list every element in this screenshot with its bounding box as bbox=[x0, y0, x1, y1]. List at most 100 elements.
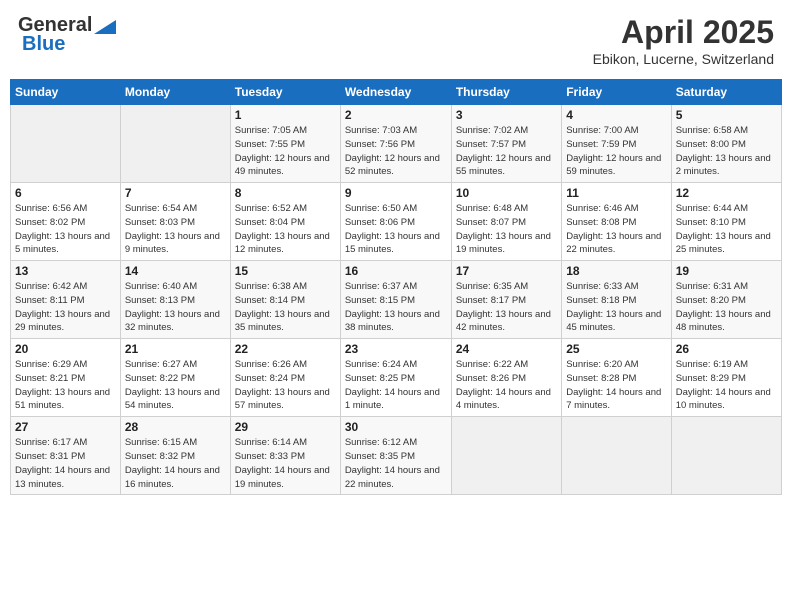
day-info: Sunrise: 6:44 AMSunset: 8:10 PMDaylight:… bbox=[676, 202, 777, 257]
day-info: Sunrise: 6:56 AMSunset: 8:02 PMDaylight:… bbox=[15, 202, 116, 257]
day-number: 20 bbox=[15, 342, 116, 356]
day-number: 1 bbox=[235, 108, 336, 122]
day-info: Sunrise: 7:03 AMSunset: 7:56 PMDaylight:… bbox=[345, 124, 447, 179]
day-info: Sunrise: 7:00 AMSunset: 7:59 PMDaylight:… bbox=[566, 124, 666, 179]
logo-icon bbox=[94, 20, 116, 34]
day-info: Sunrise: 6:12 AMSunset: 8:35 PMDaylight:… bbox=[345, 436, 447, 491]
day-header: Monday bbox=[120, 80, 230, 105]
calendar-cell: 23Sunrise: 6:24 AMSunset: 8:25 PMDayligh… bbox=[340, 339, 451, 417]
calendar: SundayMondayTuesdayWednesdayThursdayFrid… bbox=[10, 79, 782, 495]
day-number: 30 bbox=[345, 420, 447, 434]
calendar-cell: 14 Sunrise: 6:40 AMSunset: 8:13 PMDayligh… bbox=[120, 261, 230, 339]
calendar-cell: 29 Sunrise: 6:14 AMSunset: 8:33 PMDayligh… bbox=[230, 417, 340, 495]
calendar-cell: 6 Sunrise: 6:56 AMSunset: 8:02 PMDaylight… bbox=[11, 183, 121, 261]
calendar-cell: 16 Sunrise: 6:37 AMSunset: 8:15 PMDayligh… bbox=[340, 261, 451, 339]
page: General Blue April 2025 Ebikon, Lucerne,… bbox=[0, 0, 792, 612]
day-info: Sunrise: 6:17 AMSunset: 8:31 PMDaylight:… bbox=[15, 436, 116, 491]
day-info: Sunrise: 6:22 AMSunset: 8:26 PMDaylight:… bbox=[456, 358, 557, 413]
calendar-cell: 8 Sunrise: 6:52 AMSunset: 8:04 PMDaylight… bbox=[230, 183, 340, 261]
day-number: 29 bbox=[235, 420, 336, 434]
calendar-cell: 17 Sunrise: 6:35 AMSunset: 8:17 PMDayligh… bbox=[451, 261, 561, 339]
day-number: 28 bbox=[125, 420, 226, 434]
day-info: Sunrise: 6:14 AMSunset: 8:33 PMDaylight:… bbox=[235, 436, 336, 491]
day-number: 8 bbox=[235, 186, 336, 200]
day-info: Sunrise: 6:52 AMSunset: 8:04 PMDaylight:… bbox=[235, 202, 336, 257]
calendar-cell: 24 Sunrise: 6:22 AMSunset: 8:26 PMDayligh… bbox=[451, 339, 561, 417]
header: General Blue April 2025 Ebikon, Lucerne,… bbox=[10, 10, 782, 71]
calendar-header-row: SundayMondayTuesdayWednesdayThursdayFrid… bbox=[11, 80, 782, 105]
calendar-cell bbox=[11, 105, 121, 183]
day-info: Sunrise: 6:38 AMSunset: 8:14 PMDaylight:… bbox=[235, 280, 336, 335]
day-number: 16 bbox=[345, 264, 447, 278]
calendar-cell: 9Sunrise: 6:50 AMSunset: 8:06 PMDaylight… bbox=[340, 183, 451, 261]
calendar-cell: 26 Sunrise: 6:19 AMSunset: 8:29 PMDayligh… bbox=[671, 339, 781, 417]
day-info: Sunrise: 6:15 AMSunset: 8:32 PMDaylight:… bbox=[125, 436, 226, 491]
day-number: 14 bbox=[125, 264, 226, 278]
month-title: April 2025 bbox=[593, 14, 774, 51]
day-number: 21 bbox=[125, 342, 226, 356]
day-number: 13 bbox=[15, 264, 116, 278]
calendar-cell: 13 Sunrise: 6:42 AMSunset: 8:11 PMDayligh… bbox=[11, 261, 121, 339]
calendar-week-row: 13 Sunrise: 6:42 AMSunset: 8:11 PMDayligh… bbox=[11, 261, 782, 339]
day-info: Sunrise: 6:54 AMSunset: 8:03 PMDaylight:… bbox=[125, 202, 226, 257]
calendar-cell: 3Sunrise: 7:02 AMSunset: 7:57 PMDaylight… bbox=[451, 105, 561, 183]
day-info: Sunrise: 6:19 AMSunset: 8:29 PMDaylight:… bbox=[676, 358, 777, 413]
calendar-week-row: 6 Sunrise: 6:56 AMSunset: 8:02 PMDaylight… bbox=[11, 183, 782, 261]
calendar-cell bbox=[451, 417, 561, 495]
day-info: Sunrise: 6:35 AMSunset: 8:17 PMDaylight:… bbox=[456, 280, 557, 335]
day-header: Tuesday bbox=[230, 80, 340, 105]
calendar-cell: 19 Sunrise: 6:31 AMSunset: 8:20 PMDayligh… bbox=[671, 261, 781, 339]
calendar-cell: 2Sunrise: 7:03 AMSunset: 7:56 PMDaylight… bbox=[340, 105, 451, 183]
day-number: 5 bbox=[676, 108, 777, 122]
day-info: Sunrise: 6:37 AMSunset: 8:15 PMDaylight:… bbox=[345, 280, 447, 335]
calendar-cell bbox=[120, 105, 230, 183]
day-header: Wednesday bbox=[340, 80, 451, 105]
calendar-cell bbox=[671, 417, 781, 495]
day-info: Sunrise: 6:40 AMSunset: 8:13 PMDaylight:… bbox=[125, 280, 226, 335]
day-number: 11 bbox=[566, 186, 666, 200]
calendar-week-row: 27 Sunrise: 6:17 AMSunset: 8:31 PMDayligh… bbox=[11, 417, 782, 495]
day-info: Sunrise: 6:27 AMSunset: 8:22 PMDaylight:… bbox=[125, 358, 226, 413]
day-header: Thursday bbox=[451, 80, 561, 105]
calendar-cell: 28 Sunrise: 6:15 AMSunset: 8:32 PMDayligh… bbox=[120, 417, 230, 495]
day-number: 23 bbox=[345, 342, 447, 356]
day-header: Friday bbox=[562, 80, 671, 105]
day-number: 26 bbox=[676, 342, 777, 356]
calendar-week-row: 1 Sunrise: 7:05 AMSunset: 7:55 PMDaylight… bbox=[11, 105, 782, 183]
day-info: Sunrise: 6:29 AMSunset: 8:21 PMDaylight:… bbox=[15, 358, 116, 413]
day-number: 27 bbox=[15, 420, 116, 434]
day-info: Sunrise: 6:26 AMSunset: 8:24 PMDaylight:… bbox=[235, 358, 336, 413]
day-number: 22 bbox=[235, 342, 336, 356]
calendar-cell bbox=[562, 417, 671, 495]
day-number: 10 bbox=[456, 186, 557, 200]
title-block: April 2025 Ebikon, Lucerne, Switzerland bbox=[593, 14, 774, 67]
day-number: 12 bbox=[676, 186, 777, 200]
day-number: 6 bbox=[15, 186, 116, 200]
day-number: 17 bbox=[456, 264, 557, 278]
day-number: 24 bbox=[456, 342, 557, 356]
day-info: Sunrise: 6:31 AMSunset: 8:20 PMDaylight:… bbox=[676, 280, 777, 335]
calendar-cell: 10 Sunrise: 6:48 AMSunset: 8:07 PMDayligh… bbox=[451, 183, 561, 261]
day-number: 15 bbox=[235, 264, 336, 278]
day-header: Saturday bbox=[671, 80, 781, 105]
day-header: Sunday bbox=[11, 80, 121, 105]
calendar-cell: 11 Sunrise: 6:46 AMSunset: 8:08 PMDayligh… bbox=[562, 183, 671, 261]
day-info: Sunrise: 6:46 AMSunset: 8:08 PMDaylight:… bbox=[566, 202, 666, 257]
calendar-cell: 1 Sunrise: 7:05 AMSunset: 7:55 PMDaylight… bbox=[230, 105, 340, 183]
day-number: 9 bbox=[345, 186, 447, 200]
day-number: 7 bbox=[125, 186, 226, 200]
day-info: Sunrise: 6:58 AMSunset: 8:00 PMDaylight:… bbox=[676, 124, 777, 179]
day-info: Sunrise: 6:42 AMSunset: 8:11 PMDaylight:… bbox=[15, 280, 116, 335]
calendar-cell: 15 Sunrise: 6:38 AMSunset: 8:14 PMDayligh… bbox=[230, 261, 340, 339]
calendar-cell: 5 Sunrise: 6:58 AMSunset: 8:00 PMDaylight… bbox=[671, 105, 781, 183]
calendar-cell: 12 Sunrise: 6:44 AMSunset: 8:10 PMDayligh… bbox=[671, 183, 781, 261]
day-number: 18 bbox=[566, 264, 666, 278]
day-info: Sunrise: 6:48 AMSunset: 8:07 PMDaylight:… bbox=[456, 202, 557, 257]
calendar-cell: 30 Sunrise: 6:12 AMSunset: 8:35 PMDayligh… bbox=[340, 417, 451, 495]
calendar-cell: 4Sunrise: 7:00 AMSunset: 7:59 PMDaylight… bbox=[562, 105, 671, 183]
day-info: Sunrise: 6:20 AMSunset: 8:28 PMDaylight:… bbox=[566, 358, 666, 413]
day-number: 25 bbox=[566, 342, 666, 356]
calendar-week-row: 20 Sunrise: 6:29 AMSunset: 8:21 PMDayligh… bbox=[11, 339, 782, 417]
day-number: 19 bbox=[676, 264, 777, 278]
day-info: Sunrise: 7:05 AMSunset: 7:55 PMDaylight:… bbox=[235, 124, 336, 179]
